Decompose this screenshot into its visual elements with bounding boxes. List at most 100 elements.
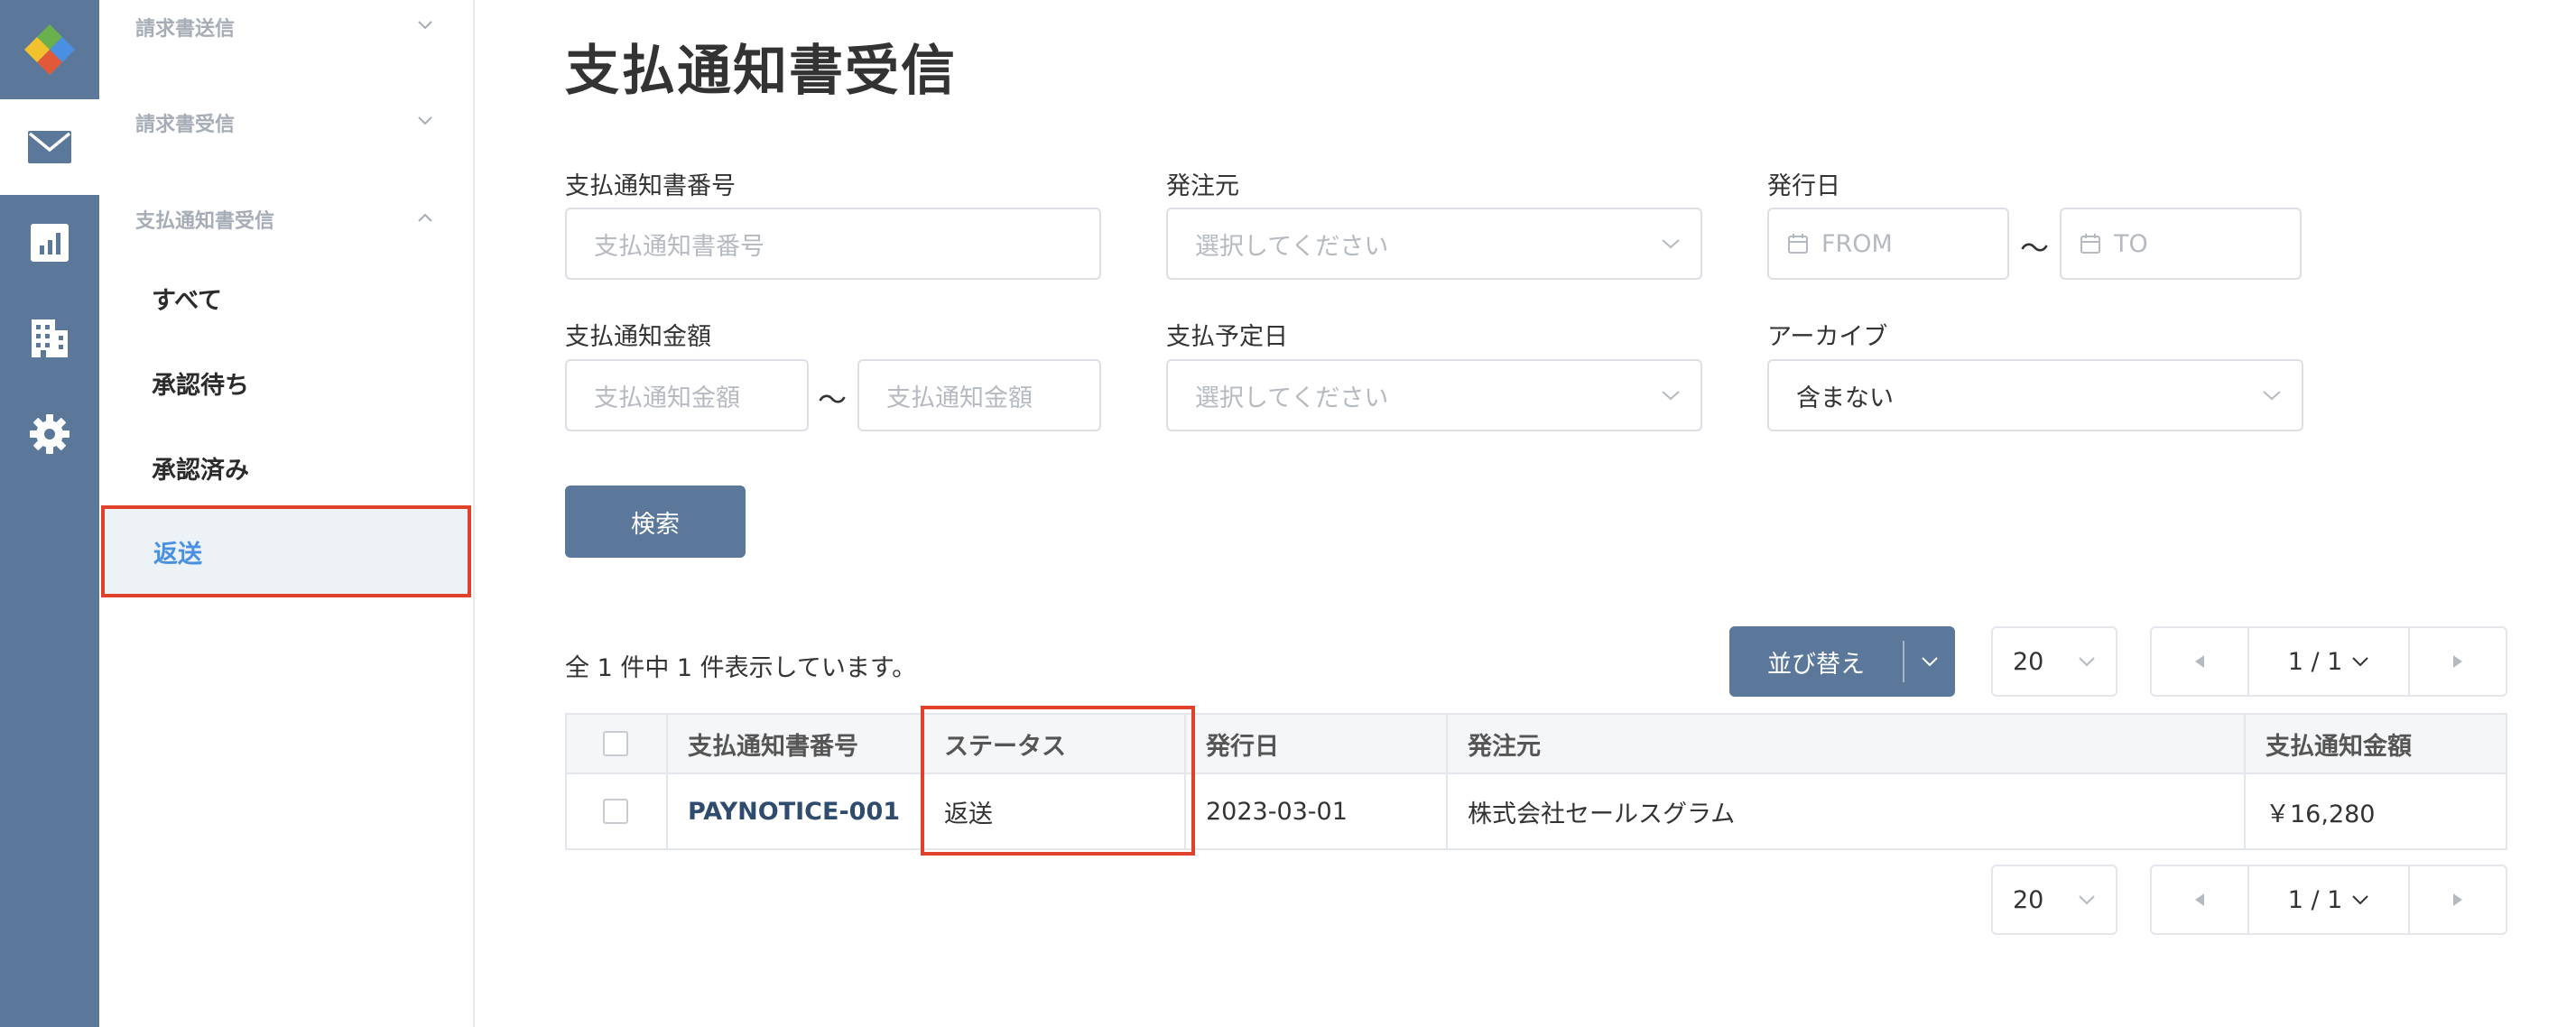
prev-page-button[interactable] [2152, 628, 2249, 695]
issue-date-label: 発行日 [1767, 172, 1840, 200]
page-title: 支払通知書受信 [565, 40, 957, 103]
caret-left-icon [2195, 655, 2204, 668]
chevron-down-icon [2352, 657, 2369, 667]
date-range-separator: 〜 [2020, 231, 2050, 265]
page-indicator-text: 1 / 1 [2287, 647, 2343, 676]
issuer-select[interactable]: 選択してください [1166, 208, 1702, 280]
next-page-button[interactable] [2408, 628, 2506, 695]
archive-value: 含まない [1796, 384, 1894, 412]
amount-range-separator: 〜 [818, 383, 848, 417]
chevron-down-icon [2263, 391, 2281, 401]
chevron-down-icon [2079, 895, 2095, 905]
logo-icon[interactable] [0, 0, 99, 99]
sort-label: 並び替え [1767, 650, 1865, 679]
payment-date-placeholder: 選択してください [1195, 384, 1389, 412]
table-header-row: 支払通知書番号 ステータス 発行日 発注元 支払通知金額 [567, 715, 2506, 774]
cell-amount: ￥16,280 [2266, 800, 2376, 828]
header-issuer[interactable]: 発注元 [1448, 715, 2246, 773]
sidebar-group-label: 支払通知書受信 [135, 210, 275, 233]
sidebar-item-all[interactable]: すべて [99, 254, 473, 341]
payment-date-label: 支払予定日 [1166, 323, 1288, 351]
sidebar-item-label: 返送 [153, 540, 202, 569]
sidebar-item-pending[interactable]: 承認待ち [99, 339, 473, 426]
issue-date-from-placeholder: FROM [1821, 229, 1893, 258]
rail-item-company[interactable] [0, 291, 99, 386]
page-indicator[interactable]: 1 / 1 [2249, 628, 2408, 695]
row-checkbox[interactable] [603, 799, 628, 824]
sub-sidebar: 請求書送信 請求書受信 支払通知書受信 すべて 承認待ち 承認済み 返送 [99, 0, 475, 1027]
caret-right-icon [2453, 893, 2462, 906]
per-page-value: 20 [2013, 885, 2044, 914]
cell-issue-date: 2023-03-01 [1186, 774, 1448, 848]
amount-label: 支払通知金額 [565, 323, 711, 351]
chevron-down-icon [418, 116, 432, 125]
header-issue-date[interactable]: 発行日 [1186, 715, 1448, 773]
rail-item-settings[interactable] [0, 386, 99, 482]
sort-button[interactable]: 並び替え [1729, 626, 1955, 697]
sidebar-item-returned[interactable]: 返送 [101, 505, 471, 597]
notice-number-label: 支払通知書番号 [565, 172, 736, 200]
payment-date-select[interactable]: 選択してください [1166, 359, 1702, 431]
chevron-up-icon [418, 213, 432, 222]
chevron-down-icon [2352, 895, 2369, 905]
amount-min-placeholder: 支払通知金額 [594, 384, 740, 412]
notice-number-placeholder: 支払通知書番号 [594, 232, 764, 261]
sidebar-group-payment-notice-receive[interactable]: 支払通知書受信 [99, 192, 473, 246]
notice-number-input[interactable]: 支払通知書番号 [565, 208, 1101, 280]
sidebar-group-label: 請求書受信 [135, 114, 236, 136]
sidebar-item-label: すべて [152, 286, 223, 315]
rail-item-mail[interactable] [0, 99, 99, 195]
page-indicator[interactable]: 1 / 1 [2249, 866, 2408, 933]
cell-notice-number: PAYNOTICE-001 [668, 774, 924, 848]
per-page-select-top[interactable]: 20 [1991, 626, 2117, 697]
chart-icon [31, 224, 69, 262]
issue-date-to-input[interactable]: TO [2060, 208, 2302, 280]
result-count-text: 全 1 件中 1 件表示しています。 [565, 654, 917, 682]
issuer-placeholder: 選択してください [1195, 232, 1389, 261]
gear-icon [30, 414, 69, 454]
chevron-down-icon [1662, 391, 1680, 401]
header-notice-number[interactable]: 支払通知書番号 [668, 715, 924, 773]
per-page-select-bottom[interactable]: 20 [1991, 865, 2117, 935]
calendar-icon [1788, 234, 1808, 254]
caret-left-icon [2195, 893, 2204, 906]
chevron-down-icon [2079, 657, 2095, 667]
rail-item-reports[interactable] [0, 195, 99, 291]
select-all-checkbox[interactable] [603, 731, 628, 756]
icon-rail [0, 0, 99, 1027]
cell-issuer: 株式会社セールスグラム [1448, 774, 2246, 848]
amount-max-placeholder: 支払通知金額 [886, 384, 1033, 412]
notice-number-link[interactable]: PAYNOTICE-001 [688, 798, 900, 826]
issue-date-from-input[interactable]: FROM [1767, 208, 2009, 280]
mail-icon [28, 131, 71, 163]
building-icon [32, 319, 68, 357]
select-all-cell [567, 715, 668, 773]
amount-min-input[interactable]: 支払通知金額 [565, 359, 809, 431]
search-button[interactable]: 検索 [565, 486, 746, 558]
sidebar-item-label: 承認済み [152, 456, 249, 485]
pagination-top: 1 / 1 [2150, 626, 2507, 697]
app-root: 請求書送信 請求書受信 支払通知書受信 すべて 承認待ち 承認済み 返送 支払通… [0, 0, 2576, 1027]
prev-page-button[interactable] [2152, 866, 2249, 933]
archive-select[interactable]: 含まない [1767, 359, 2303, 431]
sidebar-item-approved[interactable]: 承認済み [99, 424, 473, 511]
results-table: 支払通知書番号 ステータス 発行日 発注元 支払通知金額 PAYNOTICE-0… [565, 713, 2507, 850]
table-row[interactable]: PAYNOTICE-001 返送 2023-03-01 株式会社セールスグラム … [567, 774, 2506, 848]
next-page-button[interactable] [2408, 866, 2506, 933]
amount-max-input[interactable]: 支払通知金額 [857, 359, 1101, 431]
cell-status: 返送 [924, 774, 1186, 848]
header-amount[interactable]: 支払通知金額 [2246, 715, 2506, 773]
calendar-icon [2080, 234, 2100, 254]
header-status[interactable]: ステータス [924, 715, 1186, 773]
chevron-down-icon [1922, 657, 1938, 667]
caret-right-icon [2453, 655, 2462, 668]
pagination-bottom: 1 / 1 [2150, 865, 2507, 935]
archive-label: アーカイブ [1767, 323, 1888, 351]
page-indicator-text: 1 / 1 [2287, 885, 2343, 914]
sidebar-item-label: 承認待ち [152, 371, 249, 400]
chevron-down-icon [418, 21, 432, 30]
sidebar-group-invoice-send[interactable]: 請求書送信 [99, 0, 473, 54]
sort-dropdown-toggle[interactable] [1904, 626, 1955, 697]
sidebar-group-invoice-receive[interactable]: 請求書受信 [99, 96, 473, 150]
issue-date-to-placeholder: TO [2114, 229, 2148, 258]
